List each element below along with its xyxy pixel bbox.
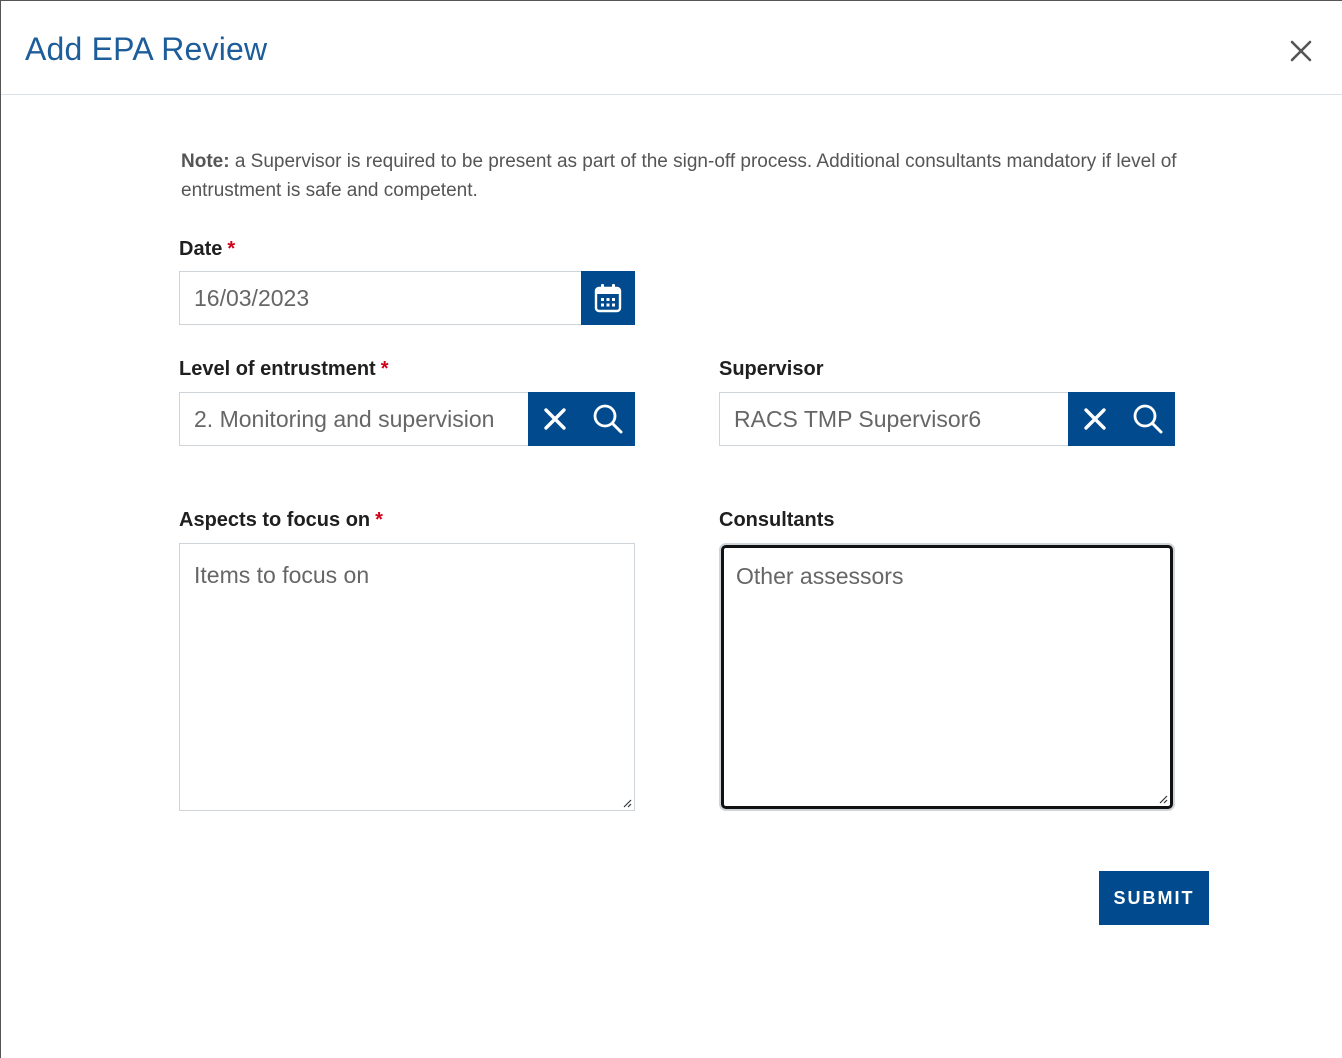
aspects-placeholder: Items to focus on <box>194 562 370 588</box>
entrustment-label-text: Level of entrustment <box>179 358 376 380</box>
supervisor-label: Supervisor <box>719 358 824 380</box>
search-supervisor-button[interactable] <box>1122 392 1175 446</box>
search-icon <box>593 404 623 434</box>
search-entrustment-button[interactable] <box>582 392 635 446</box>
consultants-textarea[interactable]: Other assessors <box>721 545 1173 809</box>
modal-title: Add EPA Review <box>25 31 268 67</box>
aspects-textarea[interactable]: Items to focus on <box>179 543 635 811</box>
submit-button[interactable]: SUBMIT <box>1099 871 1209 925</box>
date-input[interactable]: 16/03/2023 <box>179 271 582 325</box>
clear-supervisor-button[interactable] <box>1069 392 1122 446</box>
resize-grip-icon[interactable] <box>1156 792 1168 804</box>
required-marker: * <box>375 509 383 531</box>
aspects-label: Aspects to focus on * <box>179 509 383 532</box>
supervisor-input[interactable]: RACS TMP Supervisor6 <box>719 392 1069 446</box>
modal-header: Add EPA Review <box>1 1 1342 95</box>
close-icon <box>1290 40 1312 62</box>
consultants-label: Consultants <box>719 509 835 531</box>
close-button[interactable] <box>1285 35 1317 67</box>
date-label: Date * <box>179 238 235 261</box>
calendar-button[interactable] <box>581 271 635 325</box>
date-label-text: Date <box>179 238 223 260</box>
resize-grip-icon[interactable] <box>620 796 632 808</box>
entrustment-actions <box>528 392 635 446</box>
note-text: a Supervisor is required to be present a… <box>181 151 1177 201</box>
supervisor-actions <box>1068 392 1175 446</box>
add-epa-review-modal: Add EPA Review Note: a Supervisor is req… <box>0 0 1342 1058</box>
note-label: Note: <box>181 151 230 172</box>
entrustment-label: Level of entrustment * <box>179 358 389 381</box>
clear-icon <box>1084 408 1106 430</box>
sign-off-note: Note: a Supervisor is required to be pre… <box>181 147 1211 205</box>
required-marker: * <box>380 358 389 380</box>
clear-entrustment-button[interactable] <box>529 392 582 446</box>
clear-icon <box>544 408 566 430</box>
calendar-icon <box>594 284 622 313</box>
consultants-placeholder: Other assessors <box>736 563 904 589</box>
aspects-label-text: Aspects to focus on <box>179 509 371 531</box>
required-marker: * <box>227 238 236 260</box>
search-icon <box>1133 404 1163 434</box>
entrustment-input[interactable]: 2. Monitoring and supervision <box>179 392 529 446</box>
